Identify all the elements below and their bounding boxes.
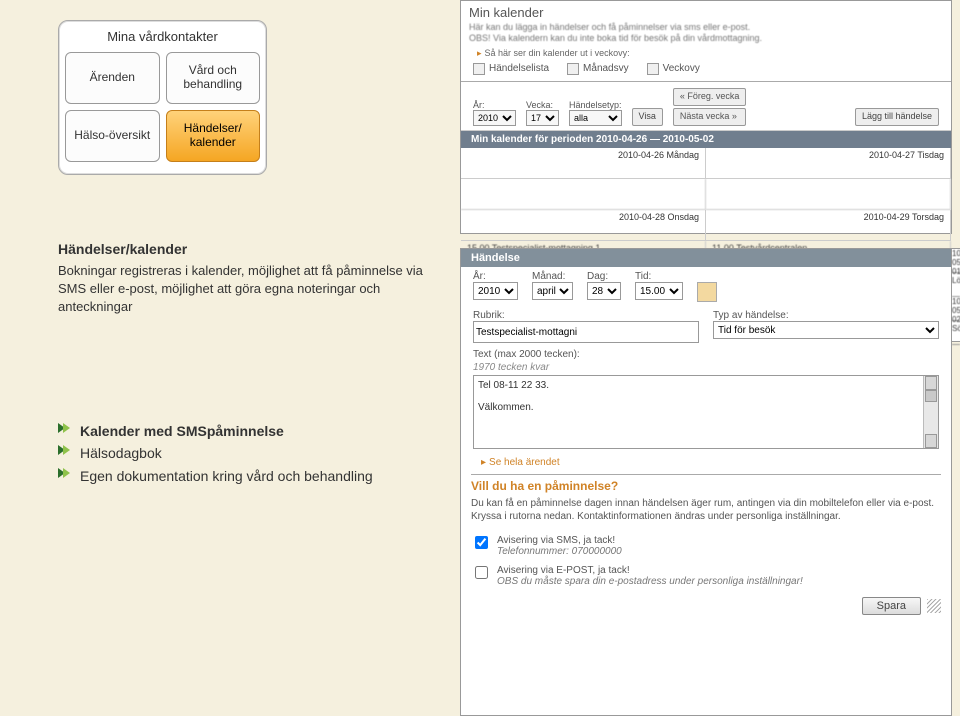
text-remaining: 1970 tecken kvar: [461, 360, 951, 373]
chevron-icon: [58, 445, 74, 459]
bullet-list: Kalender med SMSpåminnelse Hälsodagbok E…: [58, 420, 373, 487]
see-full-link[interactable]: Se hela ärendet: [489, 457, 560, 468]
calendar-preview-top: Min kalender Här kan du lägga in händels…: [460, 0, 952, 234]
reminder-heading: Vill du ha en påminnelse?: [471, 477, 941, 497]
year-label: År:: [473, 100, 516, 110]
nav-title: Mina vårdkontakter: [65, 27, 260, 52]
sms-checkbox[interactable]: [475, 536, 488, 549]
main-text: Händelser/kalender Bokningar registreras…: [58, 240, 448, 316]
scroll-thumb[interactable]: [925, 390, 937, 402]
week-select[interactable]: 17: [526, 110, 559, 126]
add-event-button[interactable]: Lägg till händelse: [855, 108, 939, 126]
save-button[interactable]: Spara: [862, 597, 921, 615]
day-cell[interactable]: [461, 179, 706, 210]
month-label: Månad:: [532, 271, 573, 282]
year-label: År:: [473, 271, 518, 282]
bullet-3: Egen dokumentation kring vård och behand…: [80, 465, 373, 487]
arrow-icon: ▸: [469, 48, 485, 58]
day-head: 2010-04-27 Tisdag: [706, 148, 951, 179]
tab-manadsvy[interactable]: Månadsvy: [567, 63, 629, 75]
event-form-panel: Händelse År:2010 Månad:april Dag:28 Tid:…: [460, 248, 952, 716]
nav-tile-kalender[interactable]: Händelser/ kalender: [166, 110, 261, 162]
nav-card: Mina vårdkontakter Ärenden Vård och beha…: [58, 20, 267, 175]
bullet-1: Kalender med SMSpåminnelse: [80, 420, 284, 442]
day-head: 2010-04-29 Torsdag: [706, 210, 951, 241]
week-icon: [647, 63, 659, 75]
resize-grip-icon[interactable]: [927, 599, 941, 613]
section-bar: Händelse: [461, 249, 951, 267]
email-label: Avisering via E-POST, ja tack!OBS du mås…: [497, 565, 803, 587]
scroll-up-icon[interactable]: [925, 376, 937, 390]
panel-sub: Så här ser din kalender ut i veckovy:: [485, 48, 630, 58]
year-select[interactable]: 2010: [473, 282, 518, 300]
panel-title: Min kalender: [461, 1, 951, 22]
sms-label: Avisering via SMS, ja tack!Telefonnummer…: [497, 535, 622, 557]
nav-tile-vard[interactable]: Vård och behandling: [166, 52, 261, 104]
scrollbar[interactable]: [923, 376, 938, 448]
day-head: 2010-04-26 Måndag: [461, 148, 706, 179]
eventtype-label: Typ av händelse:: [713, 310, 939, 321]
rubrik-label: Rubrik:: [473, 310, 699, 321]
strip-row: 10-05-01 Lördag: [952, 249, 960, 273]
month-icon: [567, 63, 579, 75]
main-body: Bokningar registreras i kalender, möjlig…: [58, 262, 448, 317]
tab-handelselista[interactable]: Händelselista: [473, 63, 549, 75]
eventtype-select[interactable]: Tid för besök: [713, 321, 939, 339]
notes-textarea[interactable]: Tel 08-11 22 33. Välkommen.: [473, 375, 939, 449]
strip-row: 10-05-02 Söndag: [952, 297, 960, 321]
day-head: 2010-04-28 Onsdag: [461, 210, 706, 241]
time-label: Tid:: [635, 271, 683, 282]
list-icon: [473, 63, 485, 75]
tab-veckovy[interactable]: Veckovy: [647, 63, 700, 75]
prev-week-button[interactable]: « Föreg. vecka: [673, 88, 747, 106]
bullet-2: Hälsodagbok: [80, 442, 162, 464]
panel-blurb: Här kan du lägga in händelser och få påm…: [461, 22, 951, 48]
day-label: Dag:: [587, 271, 621, 282]
arrow-icon: ▸: [473, 457, 489, 468]
calendar-icon[interactable]: [697, 282, 717, 302]
time-select[interactable]: 15.00: [635, 282, 683, 300]
reminder-section: Vill du ha en påminnelse? Du kan få en p…: [471, 474, 941, 591]
main-heading: Händelser/kalender: [58, 240, 448, 260]
type-select[interactable]: alla: [569, 110, 622, 126]
period-bar: Min kalender för perioden 2010-04-26 — 2…: [461, 131, 951, 148]
day-cell[interactable]: [706, 179, 951, 210]
overflow-strip: 10-05-01 Lördag 10-05-02 Söndag: [952, 248, 960, 342]
view-tabs: Händelselista Månadsvy Veckovy: [461, 59, 951, 82]
year-select[interactable]: 2010: [473, 110, 516, 126]
nav-tile-halso[interactable]: Hälso-översikt: [65, 110, 160, 162]
scroll-down-icon[interactable]: [925, 434, 937, 448]
next-week-button[interactable]: Nästa vecka »: [673, 108, 747, 126]
filter-row: År:2010 Vecka:17 Händelsetyp:alla Visa «…: [461, 82, 951, 131]
visa-button[interactable]: Visa: [632, 108, 663, 126]
text-label: Text (max 2000 tecken):: [461, 347, 951, 360]
chevron-icon: [58, 468, 74, 482]
chevron-icon: [58, 423, 74, 437]
month-select[interactable]: april: [532, 282, 573, 300]
strip-row: [952, 321, 960, 345]
type-label: Händelsetyp:: [569, 100, 622, 110]
strip-row: [952, 273, 960, 297]
day-select[interactable]: 28: [587, 282, 621, 300]
email-checkbox[interactable]: [475, 566, 488, 579]
week-label: Vecka:: [526, 100, 559, 110]
reminder-desc: Du kan få en påminnelse dagen innan händ…: [471, 497, 941, 531]
nav-tile-arenden[interactable]: Ärenden: [65, 52, 160, 104]
rubrik-input[interactable]: [473, 321, 699, 343]
